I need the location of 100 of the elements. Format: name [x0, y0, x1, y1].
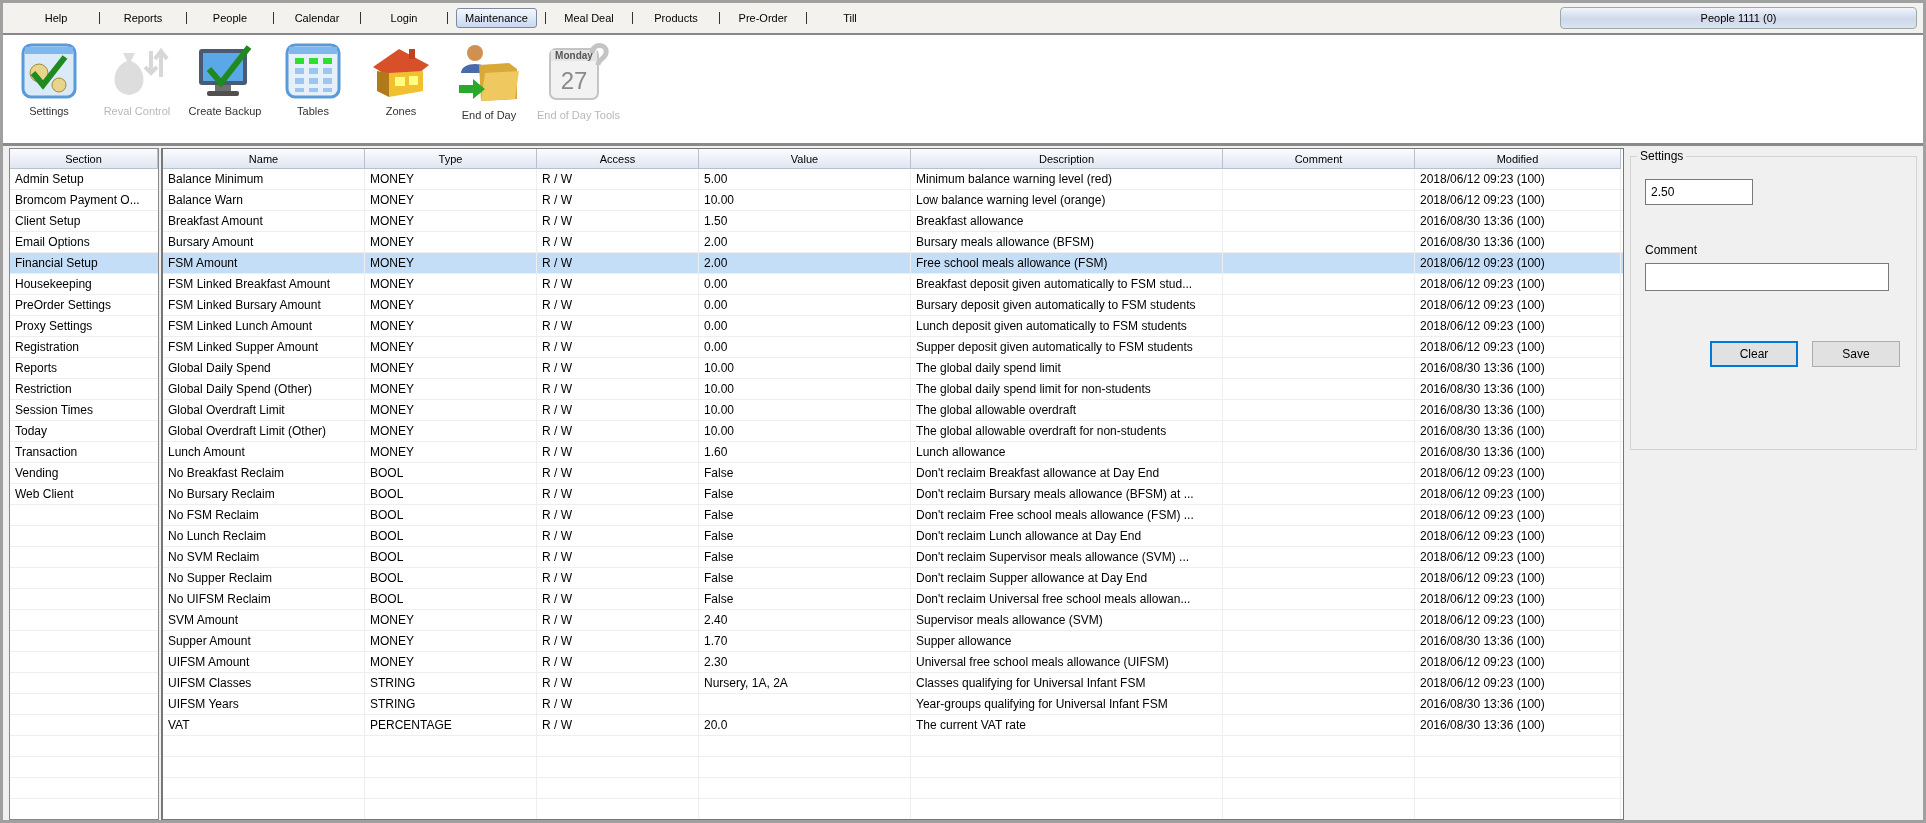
table-cell: Don't reclaim Lunch allowance at Day End: [916, 529, 1142, 543]
table-row[interactable]: No Lunch Reclaim BOOL R / W False Don't reclaim Lunch allowance at Day End 2018/06/12 09:23 (100): [163, 526, 1623, 547]
value-field[interactable]: 2.50: [1645, 179, 1753, 205]
section-item[interactable]: Bromcom Payment O...: [10, 190, 158, 211]
people-button[interactable]: People 1111 (0): [1560, 7, 1917, 29]
menu-tab[interactable]: Calendar: [282, 8, 352, 28]
table-cell: MONEY: [370, 445, 414, 459]
menu-tab[interactable]: Maintenance: [456, 8, 537, 28]
section-item[interactable]: Reports: [10, 358, 158, 379]
table-row[interactable]: UIFSM Classes STRING R / W Nursery, 1A, 2A Classes qualifying for Universal Infant FSM 2018/06/12 09:23 (100): [163, 673, 1623, 694]
menu-tab[interactable]: Products: [641, 8, 711, 28]
table-row[interactable]: Balance Warn MONEY R / W 10.00 Low balance warning level (orange) 2018/06/12 09:23 (100): [163, 190, 1623, 211]
section-item[interactable]: Housekeeping: [10, 274, 158, 295]
section-item[interactable]: Vending: [10, 463, 158, 484]
table-cell: No SVM Reclaim: [168, 550, 260, 564]
section-item[interactable]: Registration: [10, 337, 158, 358]
table-row[interactable]: UIFSM Amount MONEY R / W 2.30 Universal free school meals allowance (UIFSM) 2018/06/12 09:23 (100): [163, 652, 1623, 673]
section-item[interactable]: Restriction: [10, 379, 158, 400]
menu-tab[interactable]: Help: [21, 8, 91, 28]
table-cell: VAT: [168, 718, 190, 732]
table-row[interactable]: UIFSM Years STRING R / W Year-groups qualifying for Universal Infant FSM 2016/08/30 13:36 (100): [163, 694, 1623, 715]
table-cell: R / W: [542, 256, 572, 270]
form-button[interactable]: Save: [1812, 341, 1900, 367]
form-button[interactable]: Clear: [1710, 341, 1798, 367]
table-cell: MONEY: [370, 298, 414, 312]
column-header[interactable]: Description: [911, 149, 1223, 169]
table-cell: 2016/08/30 13:36 (100): [1420, 382, 1545, 396]
toolbar-button[interactable]: End of Day: [449, 43, 529, 121]
section-item[interactable]: Admin Setup: [10, 169, 158, 190]
table-row[interactable]: No Breakfast Reclaim BOOL R / W False Don't reclaim Breakfast allowance at Day End 2018/06/12 09:23 (100): [163, 463, 1623, 484]
section-item[interactable]: Proxy Settings: [10, 316, 158, 337]
menu-tab[interactable]: Till: [815, 8, 885, 28]
toolbar-button[interactable]: Tables: [273, 43, 353, 117]
table-row[interactable]: No Supper Reclaim BOOL R / W False Don't reclaim Supper allowance at Day End 2018/06/12 09:23 (100): [163, 568, 1623, 589]
section-item[interactable]: Client Setup: [10, 211, 158, 232]
table-cell: Lunch deposit given automatically to FSM students: [916, 319, 1187, 333]
table-cell: Don't reclaim Bursary meals allowance (BFSM) at ...: [916, 487, 1194, 501]
table-row[interactable]: VAT PERCENTAGE R / W 20.0 The current VAT rate 2016/08/30 13:36 (100): [163, 715, 1623, 736]
table-cell: STRING: [370, 676, 416, 690]
table-cell: MONEY: [370, 214, 414, 228]
menu-tab[interactable]: Meal Deal: [554, 8, 624, 28]
table-cell: MONEY: [370, 382, 414, 396]
table-cell: 2016/08/30 13:36 (100): [1420, 424, 1545, 438]
toolbar-button[interactable]: Zones: [361, 43, 441, 117]
column-header[interactable]: Section: [10, 149, 158, 169]
table-cell: R / W: [542, 340, 572, 354]
table-row[interactable]: Global Daily Spend MONEY R / W 10.00 The global daily spend limit 2016/08/30 13:36 (100): [163, 358, 1623, 379]
table-row[interactable]: No UIFSM Reclaim BOOL R / W False Don't reclaim Universal free school meals allowan... 2018/06/12 09:23 (100): [163, 589, 1623, 610]
menu-tab[interactable]: Pre-Order: [728, 8, 798, 28]
table-row[interactable]: FSM Linked Bursary Amount MONEY R / W 0.00 Bursary deposit given automatically to FSM students 2018/06/12 09:23 (100): [163, 295, 1623, 316]
column-header[interactable]: Type: [365, 149, 537, 169]
table-row[interactable]: Global Overdraft Limit MONEY R / W 10.00 The global allowable overdraft 2016/08/30 13:36 (100): [163, 400, 1623, 421]
toolbar-button[interactable]: Create Backup: [185, 43, 265, 117]
table-row[interactable]: FSM Amount MONEY R / W 2.00 Free school meals allowance (FSM) 2018/06/12 09:23 (100): [163, 253, 1623, 274]
table-cell: MONEY: [370, 172, 414, 186]
column-header[interactable]: Name: [163, 149, 365, 169]
table-row[interactable]: Global Overdraft Limit (Other) MONEY R / W 10.00 The global allowable overdraft for non-students 2016/08/30 13:36 (100): [163, 421, 1623, 442]
table-row[interactable]: Lunch Amount MONEY R / W 1.60 Lunch allowance 2016/08/30 13:36 (100): [163, 442, 1623, 463]
table-cell: FSM Linked Breakfast Amount: [168, 277, 331, 291]
table-cell: R / W: [542, 676, 572, 690]
table-cell: R / W: [542, 487, 572, 501]
comment-field[interactable]: [1645, 263, 1889, 291]
column-header[interactable]: Comment: [1223, 149, 1415, 169]
section-item[interactable]: Transaction: [10, 442, 158, 463]
table-cell: False: [704, 466, 734, 480]
section-item[interactable]: Today: [10, 421, 158, 442]
table-row[interactable]: No SVM Reclaim BOOL R / W False Don't reclaim Supervisor meals allowance (SVM) ... 2018/06/12 09:23 (100): [163, 547, 1623, 568]
table-row[interactable]: No Bursary Reclaim BOOL R / W False Don't reclaim Bursary meals allowance (BFSM) at ... 2018/06/12 09:23 (100): [163, 484, 1623, 505]
table-cell: 2018/06/12 09:23 (100): [1420, 298, 1545, 312]
table-cell: 2018/06/12 09:23 (100): [1420, 466, 1545, 480]
section-item[interactable]: Web Client: [10, 484, 158, 505]
column-header[interactable]: Value: [699, 149, 911, 169]
table-cell: False: [704, 508, 734, 522]
toolbar-button[interactable]: Settings: [9, 43, 89, 117]
table-cell: Low balance warning level (orange): [916, 193, 1106, 207]
table-row[interactable]: Global Daily Spend (Other) MONEY R / W 10.00 The global daily spend limit for non-students 2016/08/30 13:36 (100): [163, 379, 1623, 400]
column-header[interactable]: Access: [537, 149, 699, 169]
menu-tab[interactable]: Reports: [108, 8, 178, 28]
section-item[interactable]: Session Times: [10, 400, 158, 421]
table-cell: R / W: [542, 214, 572, 228]
table-row[interactable]: Balance Minimum MONEY R / W 5.00 Minimum balance warning level (red) 2018/06/12 09:23 (100): [163, 169, 1623, 190]
section-item[interactable]: PreOrder Settings: [10, 295, 158, 316]
menu-tab[interactable]: People: [195, 8, 265, 28]
table-cell: 0.00: [704, 319, 728, 333]
table-row[interactable]: FSM Linked Supper Amount MONEY R / W 0.00 Supper deposit given automatically to FSM students 2018/06/12 09:23 (100): [163, 337, 1623, 358]
table-row[interactable]: FSM Linked Lunch Amount MONEY R / W 0.00 Lunch deposit given automatically to FSM students 2018/06/12 09:23 (100): [163, 316, 1623, 337]
section-item[interactable]: Financial Setup: [10, 253, 158, 274]
table-row[interactable]: No FSM Reclaim BOOL R / W False Don't reclaim Free school meals allowance (FSM) ... 2018/06/12 09:23 (100): [163, 505, 1623, 526]
table-row[interactable]: SVM Amount MONEY R / W 2.40 Supervisor meals allowance (SVM) 2018/06/12 09:23 (100): [163, 610, 1623, 631]
menu-tab[interactable]: Login: [369, 8, 439, 28]
table-cell: No Breakfast Reclaim: [168, 466, 285, 480]
table-cell: 2018/06/12 09:23 (100): [1420, 529, 1545, 543]
table-row[interactable]: Supper Amount MONEY R / W 1.70 Supper allowance 2016/08/30 13:36 (100): [163, 631, 1623, 652]
table-cell: 20.0: [704, 718, 728, 732]
table-cell: 2.00: [704, 235, 728, 249]
column-header[interactable]: Modified: [1415, 149, 1621, 169]
table-cell: 10.00: [704, 382, 735, 396]
table-cell: Universal free school meals allowance (UIFSM): [916, 655, 1169, 669]
table-row[interactable]: FSM Linked Breakfast Amount MONEY R / W 0.00 Breakfast deposit given automatically to FSM stud... 2018/06/12 09:23 (100): [163, 274, 1623, 295]
table-row[interactable]: Breakfast Amount MONEY R / W 1.50 Breakfast allowance 2016/08/30 13:36 (100): [163, 211, 1623, 232]
